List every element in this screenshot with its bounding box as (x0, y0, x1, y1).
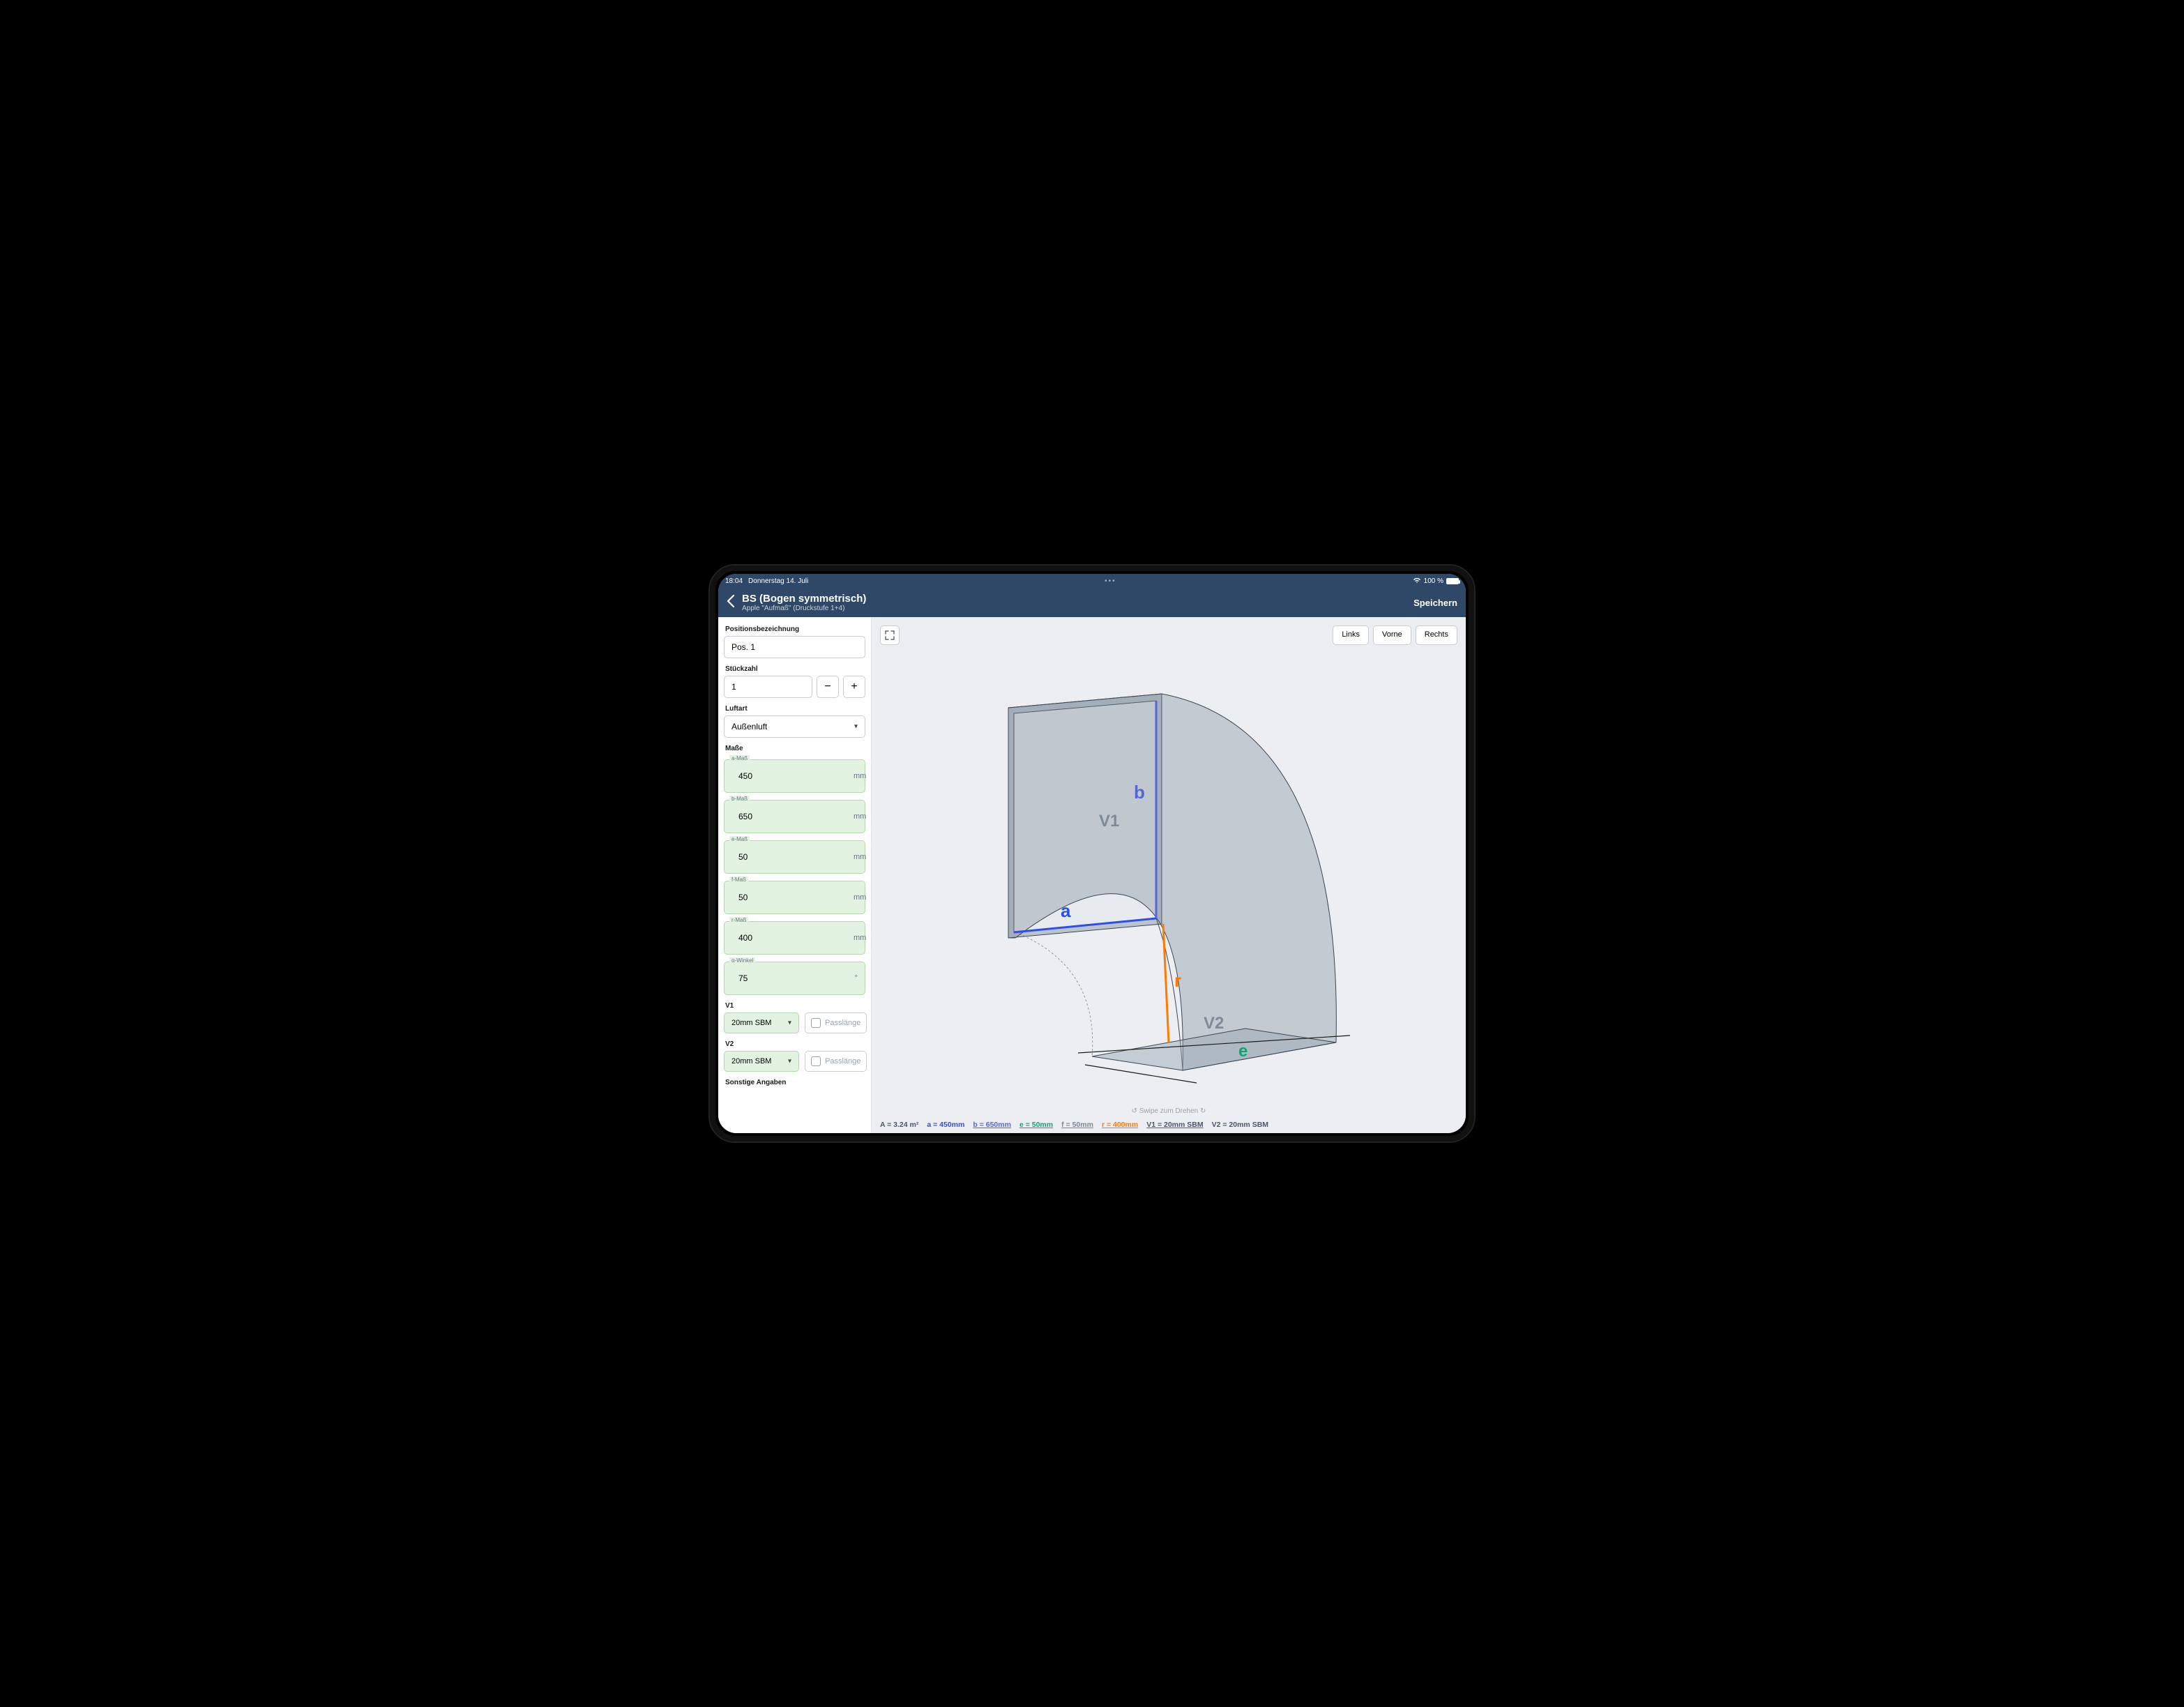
expand-icon (885, 630, 895, 640)
swipe-hint: ↺ Swipe zum Drehen ↻ (872, 1107, 1466, 1115)
position-input[interactable] (724, 636, 865, 658)
dim-section-label: Maße (725, 745, 865, 752)
b-mass-field[interactable]: mm (724, 800, 865, 833)
view-links-button[interactable]: Links (1333, 625, 1369, 645)
qty-minus-button[interactable]: − (817, 676, 839, 698)
f-mass-field[interactable]: mm (724, 881, 865, 914)
annot-a: a (1061, 900, 1071, 921)
v1-label: V1 (725, 1002, 865, 1010)
checkbox-icon (811, 1018, 821, 1028)
f-mass-input[interactable] (731, 887, 854, 908)
model-drawing[interactable]: b a V1 r V2 e (872, 617, 1466, 1133)
alpha-winkel-input[interactable] (731, 968, 855, 989)
annot-b: b (1134, 782, 1145, 803)
r-mass-input[interactable] (731, 927, 854, 948)
air-label: Luftart (725, 705, 865, 713)
status-battery-text: 100 % (1424, 577, 1443, 585)
status-date: Donnerstag 14. Juli (748, 577, 808, 585)
sum-b: b = 650mm (973, 1121, 1011, 1129)
a-mass-field[interactable]: mm (724, 759, 865, 793)
sum-area: A = 3.24 m² (880, 1121, 918, 1129)
a-legend: a-Maß (729, 755, 750, 761)
b-mass-input[interactable] (731, 806, 854, 827)
r-legend: r-Maß (729, 917, 748, 923)
v1-pass-label: Passlänge (825, 1019, 860, 1027)
battery-icon (1446, 578, 1459, 584)
form-sidebar[interactable]: Positionsbezeichnung Stückzahl − + Lufta… (718, 617, 872, 1133)
view-vorne-button[interactable]: Vorne (1373, 625, 1411, 645)
quantity-input[interactable] (724, 676, 812, 698)
f-unit: mm (854, 893, 866, 902)
pos-label: Positionsbezeichnung (725, 625, 865, 633)
e-unit: mm (854, 853, 866, 861)
checkbox-icon (811, 1056, 821, 1066)
annot-v2: V2 (1204, 1014, 1224, 1033)
r-unit: mm (854, 934, 866, 942)
b-unit: mm (854, 812, 866, 821)
sum-r: r = 400mm (1102, 1121, 1138, 1129)
airtype-select[interactable]: Außenluft (724, 715, 865, 738)
a-unit: mm (854, 772, 866, 780)
annot-r: r (1174, 970, 1181, 991)
multitask-dots-icon[interactable]: ••• (1105, 577, 1116, 585)
title-block: BS (Bogen symmetrisch) Apple "Aufmaß" (D… (742, 593, 866, 613)
status-bar: 18:04 Donnerstag 14. Juli ••• 100 % (718, 574, 1466, 588)
v2-label: V2 (725, 1040, 865, 1048)
e-legend: e-Maß (729, 836, 750, 842)
a-mass-input[interactable] (731, 766, 854, 787)
annot-v1: V1 (1099, 812, 1119, 830)
page-subtitle: Apple "Aufmaß" (Druckstufe 1+4) (742, 605, 866, 613)
b-legend: b-Maß (729, 796, 750, 802)
f-legend: f-Maß (729, 877, 748, 883)
back-button[interactable] (727, 593, 735, 612)
sum-e: e = 50mm (1019, 1121, 1053, 1129)
v2-passlaenge-toggle[interactable]: Passlänge (805, 1051, 867, 1072)
v1-select[interactable]: 20mm SBM (724, 1012, 799, 1033)
annot-e: e (1238, 1042, 1248, 1061)
e-mass-input[interactable] (731, 847, 854, 867)
r-mass-field[interactable]: mm (724, 921, 865, 955)
app-header: BS (Bogen symmetrisch) Apple "Aufmaß" (D… (718, 588, 1466, 617)
sum-v1: V1 = 20mm SBM (1146, 1121, 1203, 1129)
main-split: Positionsbezeichnung Stückzahl − + Lufta… (718, 617, 1466, 1133)
save-button[interactable]: Speichern (1413, 598, 1457, 608)
status-time: 18:04 (725, 577, 743, 585)
viewport-3d[interactable]: Links Vorne Rechts (872, 617, 1466, 1133)
page-title: BS (Bogen symmetrisch) (742, 593, 866, 605)
tablet-frame: 18:04 Donnerstag 14. Juli ••• 100 % BS (… (708, 564, 1476, 1143)
v2-pass-label: Passlänge (825, 1057, 860, 1065)
alpha-winkel-field[interactable]: ° (724, 962, 865, 995)
e-mass-field[interactable]: mm (724, 840, 865, 874)
fullscreen-button[interactable] (880, 625, 900, 645)
qty-plus-button[interactable]: + (843, 676, 865, 698)
alpha-unit: ° (855, 974, 858, 983)
sum-v2: V2 = 20mm SBM (1212, 1121, 1268, 1129)
wifi-icon (1413, 577, 1421, 586)
v1-passlaenge-toggle[interactable]: Passlänge (805, 1012, 867, 1033)
v1-value: 20mm SBM (731, 1019, 771, 1027)
airtype-value: Außenluft (731, 722, 767, 731)
screen: 18:04 Donnerstag 14. Juli ••• 100 % BS (… (718, 574, 1466, 1133)
other-section-label: Sonstige Angaben (725, 1079, 865, 1086)
dimension-summary-bar: A = 3.24 m² a = 450mm b = 650mm e = 50mm… (880, 1121, 1457, 1129)
sum-f: f = 50mm (1061, 1121, 1093, 1129)
qty-label: Stückzahl (725, 665, 865, 673)
v2-select[interactable]: 20mm SBM (724, 1051, 799, 1072)
v2-value: 20mm SBM (731, 1057, 771, 1065)
view-rechts-button[interactable]: Rechts (1416, 625, 1457, 645)
alpha-legend: α-Winkel (729, 957, 755, 964)
sum-a: a = 450mm (927, 1121, 964, 1129)
